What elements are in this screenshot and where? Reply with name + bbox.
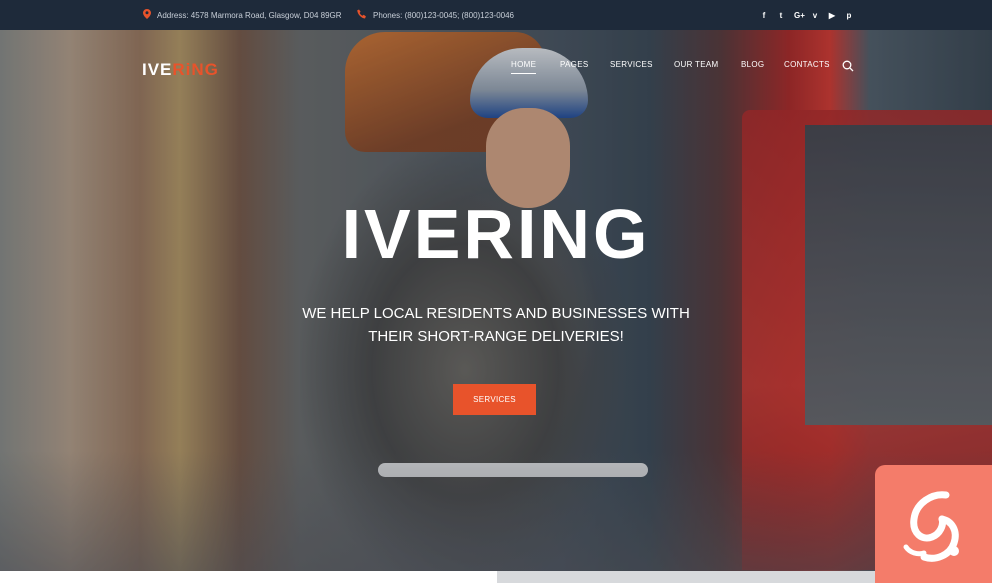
hero-overlay (0, 30, 992, 571)
pinterest-icon[interactable]: p (845, 11, 853, 20)
address-text: Address: 4578 Marmora Road, Glasgow, D04… (157, 10, 342, 20)
search-icon[interactable] (842, 59, 854, 72)
badge-logo-icon (875, 465, 992, 583)
nav-item-contacts[interactable]: CONTACTS (784, 60, 830, 69)
nav-item-services[interactable]: SERVICES (610, 60, 653, 69)
phone-text: Phones: (800)123-0045; (800)123-0046 (373, 10, 514, 20)
site-logo[interactable]: IVERiNG (142, 60, 219, 80)
hero-headline: IVERING (341, 195, 651, 273)
nav-item-our-team[interactable]: OUR TEAM (674, 60, 718, 69)
location-pin-icon (143, 8, 151, 22)
social-links: f t G+ v ▶ p (760, 11, 853, 20)
hero-subline-line-2: THEIR SHORT-RANGE DELIVERIES! (368, 328, 624, 345)
address-info: Address: 4578 Marmora Road, Glasgow, D04… (143, 8, 342, 22)
facebook-icon[interactable]: f (760, 11, 768, 20)
logo-text-main: IVE (142, 60, 173, 79)
google-plus-icon[interactable]: G+ (794, 11, 805, 20)
nav-item-pages[interactable]: PAGES (560, 60, 588, 69)
hero-section (0, 30, 992, 571)
twitter-icon[interactable]: t (777, 11, 785, 20)
logo-text-accent: RiNG (172, 60, 219, 79)
nav-item-home[interactable]: HOME (511, 60, 537, 74)
services-button[interactable]: SERVICES (453, 384, 536, 415)
next-section-strip (0, 571, 992, 583)
youtube-icon[interactable]: ▶ (828, 11, 836, 20)
hero-subline: WE HELP LOCAL RESIDENTS AND BUSINESSES W… (270, 302, 722, 348)
hero-subline-line-1: WE HELP LOCAL RESIDENTS AND BUSINESSES W… (302, 305, 690, 322)
vimeo-icon[interactable]: v (811, 11, 819, 20)
top-info-bar: Address: 4578 Marmora Road, Glasgow, D04… (0, 0, 992, 30)
phone-icon (357, 9, 367, 22)
nav-item-blog[interactable]: BLOG (741, 60, 764, 69)
phone-info: Phones: (800)123-0045; (800)123-0046 (357, 9, 514, 22)
